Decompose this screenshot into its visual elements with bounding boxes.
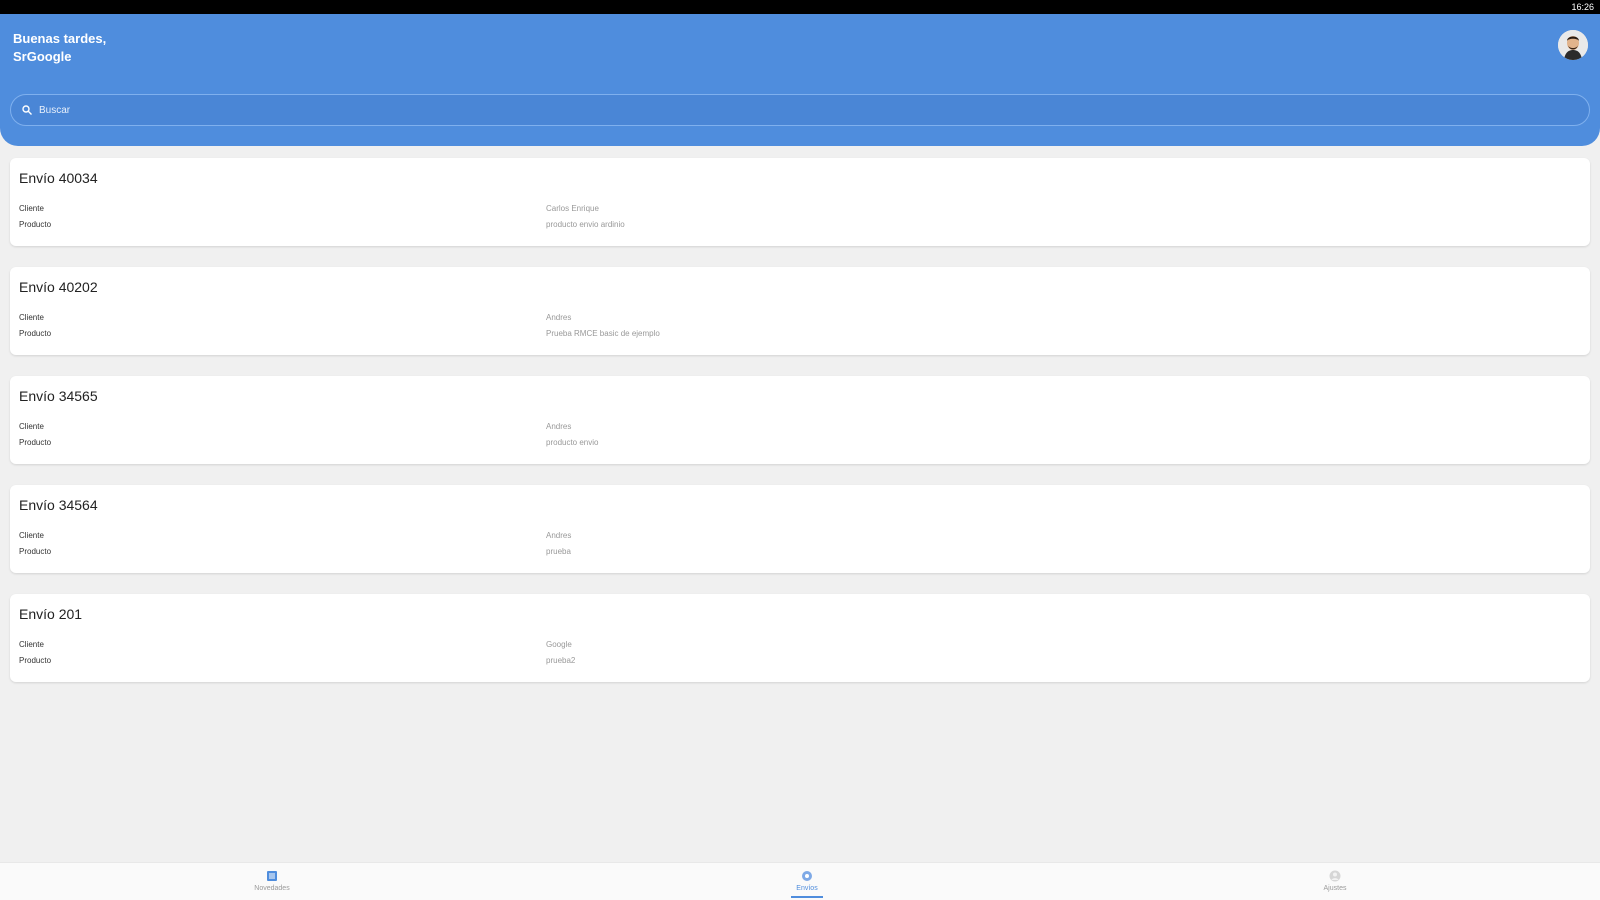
shipment-client-row: Cliente Carlos Enrique (19, 202, 1579, 216)
client-label: Cliente (19, 422, 44, 431)
shipment-client-row: Cliente Andres (19, 311, 1579, 325)
shipment-client-row: Cliente Andres (19, 420, 1579, 434)
product-label: Producto (19, 329, 52, 338)
client-value: Google (546, 640, 572, 649)
shipment-product-row: Producto producto envio ardinio (19, 218, 1579, 232)
shipment-product-row: Producto prueba (19, 545, 1579, 559)
product-label: Producto (19, 220, 52, 229)
search-bar[interactable] (10, 94, 1590, 126)
client-value: Andres (546, 422, 572, 431)
nav-item-novedades[interactable]: Novedades (212, 869, 332, 892)
nav-label: Novedades (254, 885, 290, 892)
active-tab-indicator (791, 896, 823, 898)
list-icon (265, 869, 279, 883)
avatar-person-icon (1558, 30, 1588, 60)
search-input[interactable] (39, 104, 1539, 116)
client-label: Cliente (19, 640, 44, 649)
shipment-product-row: Producto producto envio (19, 436, 1579, 450)
shipment-product-row: Producto Prueba RMCE basic de ejemplo (19, 327, 1579, 341)
status-bar: 16:26 (0, 0, 1600, 14)
shipment-client-row: Cliente Google (19, 638, 1579, 652)
greeting-line-1: Buenas tardes, (13, 31, 107, 46)
status-time: 16:26 (1571, 2, 1594, 12)
client-value: Andres (546, 531, 572, 540)
nav-item-envios[interactable]: Envíos (747, 869, 867, 892)
product-value: producto envio (546, 438, 599, 447)
client-value: Andres (546, 313, 572, 322)
shipment-list: Envío 40034 Cliente Carlos Enrique Produ… (10, 158, 1590, 703)
product-label: Producto (19, 438, 52, 447)
greeting: Buenas tardes, SrGoogle (13, 30, 106, 66)
client-label: Cliente (19, 531, 44, 540)
search-icon (21, 104, 33, 116)
shipment-client-row: Cliente Andres (19, 529, 1579, 543)
product-value: prueba (546, 547, 571, 556)
shipment-title: Envío 34564 (19, 497, 98, 513)
greeting-user-name: SrGoogle (13, 49, 72, 64)
shipment-card[interactable]: Envío 201 Cliente Google Producto prueba… (10, 594, 1590, 682)
shipment-title: Envío 40034 (19, 170, 98, 186)
app-header: Buenas tardes, SrGoogle (0, 14, 1600, 146)
shipment-card[interactable]: Envío 40202 Cliente Andres Producto Prue… (10, 267, 1590, 355)
avatar[interactable] (1558, 30, 1588, 60)
client-label: Cliente (19, 204, 44, 213)
product-value: Prueba RMCE basic de ejemplo (546, 329, 660, 338)
nav-item-ajustes[interactable]: Ajustes (1275, 869, 1395, 892)
shipment-product-row: Producto prueba2 (19, 654, 1579, 668)
shipment-title: Envío 34565 (19, 388, 98, 404)
bottom-navigation: Novedades Envíos Ajustes (0, 862, 1600, 900)
nav-label: Envíos (796, 885, 818, 892)
product-label: Producto (19, 656, 52, 665)
shipment-title: Envío 201 (19, 606, 83, 622)
client-value: Carlos Enrique (546, 204, 599, 213)
location-icon (800, 869, 814, 883)
shipment-card[interactable]: Envío 34564 Cliente Andres Producto prue… (10, 485, 1590, 573)
client-label: Cliente (19, 313, 44, 322)
shipment-card[interactable]: Envío 34565 Cliente Andres Producto prod… (10, 376, 1590, 464)
shipment-title: Envío 40202 (19, 279, 98, 295)
product-label: Producto (19, 547, 52, 556)
shipment-card[interactable]: Envío 40034 Cliente Carlos Enrique Produ… (10, 158, 1590, 246)
product-value: prueba2 (546, 656, 576, 665)
product-value: producto envio ardinio (546, 220, 625, 229)
user-icon (1328, 869, 1342, 883)
nav-label: Ajustes (1323, 885, 1347, 892)
